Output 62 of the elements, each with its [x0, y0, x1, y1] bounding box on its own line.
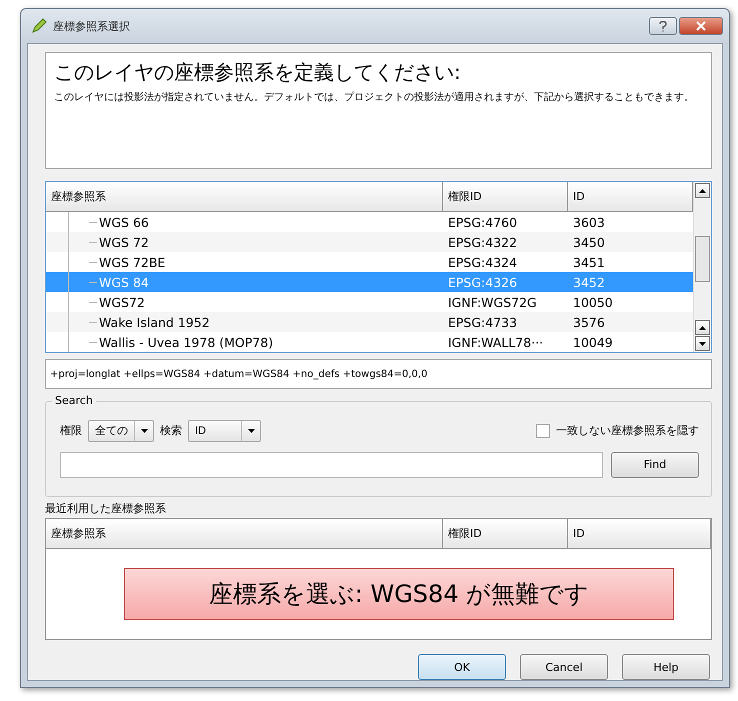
table-row[interactable]: WGS 72 EPSG:4322 3450 [46, 232, 693, 252]
help-icon [659, 20, 667, 32]
table-cell-text: IGNF:WALL78··· [447, 334, 544, 352]
table-cell-text: 3450 [572, 234, 606, 252]
table-cell-text: EPSG:4322 [447, 234, 518, 252]
table-cell: WGS 66 [99, 214, 149, 230]
window-title: 座標参照系選択 [53, 18, 131, 34]
column-header[interactable]: 権限ID [443, 182, 568, 212]
table-row[interactable]: Wake Island 1952 EPSG:4733 3576 [46, 312, 693, 332]
scroll-down-button[interactable] [695, 336, 710, 352]
table-cell: WGS 72BE [99, 254, 166, 270]
column-header[interactable]: ID [568, 518, 711, 549]
heading: このレイヤの座標参照系を定義してください: [54, 59, 462, 86]
down-arrow-icon [699, 342, 706, 346]
scroll-up-button[interactable] [695, 320, 710, 336]
table-cell-text: EPSG:4760 [447, 214, 518, 232]
table-cell-text: EPSG:4326 [447, 274, 518, 292]
column-header[interactable]: 座標参照系 [46, 518, 443, 549]
help-button[interactable] [649, 17, 677, 35]
up-arrow-icon [699, 188, 706, 193]
authority-dropdown[interactable]: 全ての [88, 420, 154, 442]
dialog-button[interactable]: Cancel [520, 654, 608, 680]
group-title: Search [52, 394, 96, 407]
table-cell: WGS72 [99, 294, 145, 310]
table-cell-text: 10049 [572, 334, 614, 352]
table-cell-text: IGNF:WGS72G [447, 294, 538, 312]
table-cell: Wallis - Uvea 1978 (MOP78) [99, 334, 274, 350]
search-by-dropdown[interactable]: ID [188, 420, 261, 442]
description: このレイヤには投影法が指定されていません。デフォルトでは、プロジェクトの投影法が適用されますが、下記から選択することもできます。 [54, 92, 695, 104]
table-cell-text: 3603 [572, 214, 606, 232]
up-arrow-icon [699, 326, 706, 330]
table-cell-text: 3451 [572, 254, 606, 272]
table-cell: Wake Island 1952 [99, 314, 210, 330]
table-cell-text: 3452 [572, 274, 606, 292]
find-button[interactable]: Find [611, 452, 699, 478]
section-label: 最近利用した座標参照系 [45, 500, 167, 516]
table-cell-text: EPSG:4324 [447, 254, 518, 272]
scroll-up-button[interactable] [695, 183, 710, 198]
column-header[interactable]: 権限ID [443, 518, 568, 549]
pencil-icon [31, 18, 47, 34]
close-icon [696, 21, 706, 31]
checkbox[interactable] [536, 424, 550, 438]
search-field[interactable] [60, 452, 603, 478]
caret-icon [140, 428, 148, 433]
table-row[interactable]: Wallis - Uvea 1978 (MOP78) IGNF:WALL78··· 10049 [46, 332, 693, 352]
proj-string-field: +proj=longlat +ellps=WGS84 +datum=WGS84 +no_defs +towgs84=0,0,0 [45, 359, 712, 389]
dialog-button[interactable]: Help [622, 654, 710, 680]
table-cell: WGS 84 [99, 274, 149, 290]
column-header[interactable]: ID [568, 182, 693, 212]
table-cell-text: 10050 [572, 294, 614, 312]
table-cell: WGS 72 [99, 234, 149, 250]
authority-label: 権限 [60, 423, 82, 438]
table-cell-text: 3576 [572, 314, 606, 332]
caret-icon [248, 428, 254, 433]
checkbox-label: 一致しない座標参照系を隠す [556, 423, 699, 438]
search-label: 検索 [160, 423, 182, 438]
column-header[interactable]: 座標参照系 [46, 182, 443, 212]
table-cell-text: EPSG:4733 [447, 314, 518, 332]
close-button[interactable] [679, 17, 723, 35]
callout-note: 座標系を選ぶ: WGS84 が無難です [124, 568, 674, 620]
scroll-thumb[interactable] [695, 236, 710, 282]
dialog-button[interactable]: OK [418, 654, 506, 680]
